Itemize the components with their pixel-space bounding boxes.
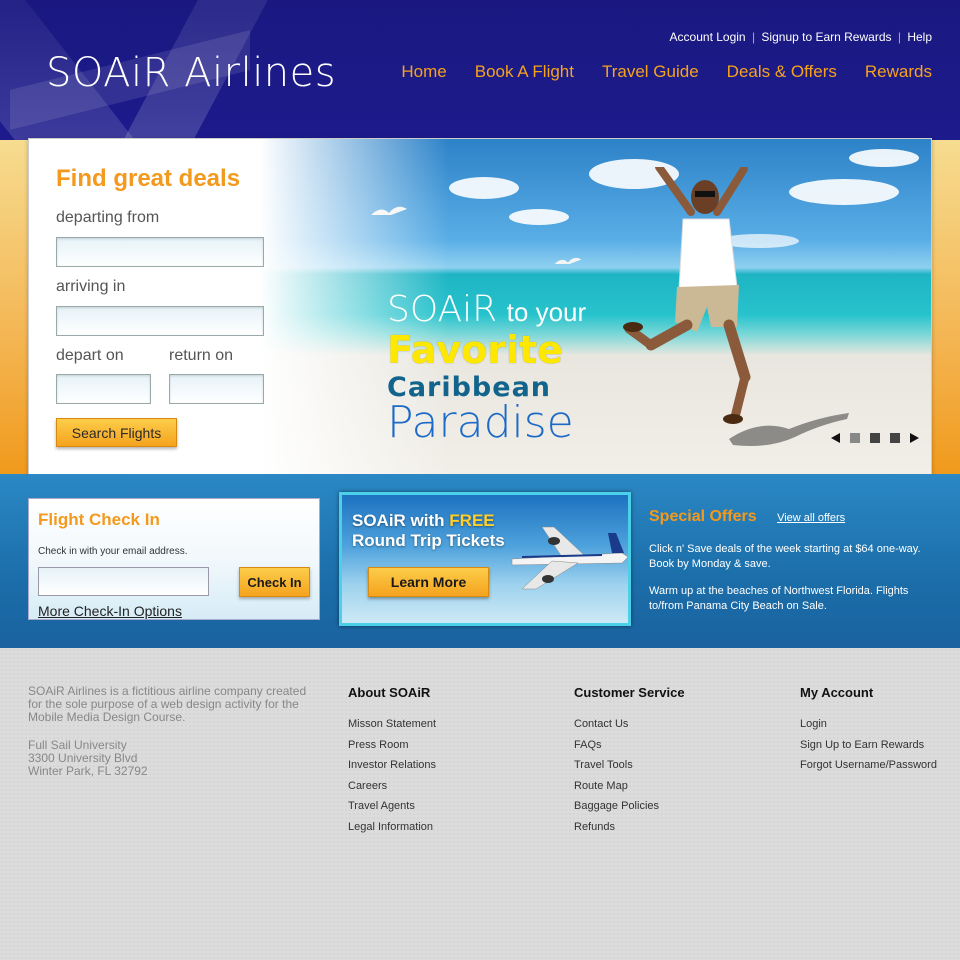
offer-item[interactable]: Click n' Save deals of the week starting… [649,542,939,572]
footer-link[interactable]: Contact Us [574,718,685,739]
return-date-input[interactable] [169,374,264,404]
footer-col-title: About SOAiR [348,685,431,700]
seagull-image [554,257,582,264]
help-link[interactable]: Help [907,30,932,44]
free-promo-line-2: Round Trip Tickets [352,531,505,550]
departing-label: departing from [56,209,160,226]
depart-on-label: depart on [56,347,124,364]
free-promo-highlight: FREE [449,511,495,530]
airplane-image [511,526,628,590]
slider-dot[interactable] [870,433,880,443]
arriving-label: arriving in [56,278,126,295]
learn-more-button[interactable]: Learn More [368,567,489,597]
footer-link[interactable]: Sign Up to Earn Rewards [800,739,937,760]
footer-link[interactable]: Route Map [574,780,685,801]
signup-rewards-link[interactable]: Signup to Earn Rewards [761,30,891,44]
arriving-input[interactable] [56,306,264,336]
chevron-left-icon[interactable] [831,433,840,443]
chevron-right-icon[interactable] [910,433,919,443]
offer-item[interactable]: Warm up at the beaches of Northwest Flor… [649,584,939,614]
account-login-link[interactable]: Account Login [670,30,746,44]
footer-col-about: About SOAiR Misson Statement Press Room … [348,685,436,842]
check-in-button[interactable]: Check In [239,567,310,597]
footer-link[interactable]: Baggage Policies [574,800,685,821]
nav-rewards[interactable]: Rewards [865,62,932,82]
site-logo[interactable]: SOAiR Airlines [46,50,336,96]
promo-line-1-rest: to your [506,297,587,327]
main-nav: Home Book A Flight Travel Guide Deals & … [401,62,932,82]
jumping-woman-image [623,167,751,424]
footer-link[interactable]: FAQs [574,739,685,760]
checkin-title: Flight Check In [38,510,160,529]
free-promo-line-1: SOAiR with FREE [352,511,495,531]
promo-line-4: Paradise [387,397,574,448]
slider-dot[interactable] [890,433,900,443]
footer-link[interactable]: Login [800,718,937,739]
return-on-label: return on [169,347,234,364]
footer-link[interactable]: Travel Agents [348,800,436,821]
checkin-email-input[interactable] [38,567,209,596]
flight-checkin-panel: Flight Check In Check in with your email… [28,498,320,620]
nav-travel-guide[interactable]: Travel Guide [602,62,699,82]
slider-controls [831,433,919,443]
special-offers-title: Special Offers [649,508,757,525]
checkin-description: Check in with your email address. [38,546,188,557]
more-checkin-options-link[interactable]: More Check-In Options [38,603,182,619]
site-header: SOAiR Airlines Account Login | Signup to… [0,0,960,140]
footer-link[interactable]: Forgot Username/Password [800,759,937,780]
address-line: Winter Park, FL 32792 [28,764,148,778]
shadow-image [729,413,849,446]
depart-date-input[interactable] [56,374,151,404]
footer-link[interactable]: Legal Information [348,821,436,842]
promo-brand: SOAiR [387,289,498,330]
separator: | [897,30,901,44]
slider-dot[interactable] [850,433,860,443]
free-promo-prefix: SOAiR with [352,511,445,530]
find-deals-title: Find great deals [56,165,241,192]
footer-link[interactable]: Misson Statement [348,718,436,739]
free-tickets-promo: SOAiR with FREE Round Trip Tickets Learn… [339,492,631,626]
separator: | [751,30,756,44]
footer-link[interactable]: Careers [348,780,436,801]
promo-line-1: SOAiR to your [387,289,586,330]
nav-home[interactable]: Home [401,62,446,82]
hero-panel: Find great deals departing from arriving… [28,138,932,476]
footer-about-text: SOAiR Airlines is a fictitious airline c… [28,684,307,724]
footer-col-my-account: My Account Login Sign Up to Earn Rewards… [800,685,937,780]
footer-link[interactable]: Press Room [348,739,436,760]
footer-col-title: My Account [800,685,874,700]
search-flights-button[interactable]: Search Flights [56,418,177,447]
special-offers-panel: Special Offers View all offers Click n' … [649,508,939,614]
footer-link[interactable]: Travel Tools [574,759,685,780]
nav-deals-offers[interactable]: Deals & Offers [727,62,837,82]
footer-address: Full Sail University 3300 University Blv… [28,739,148,778]
promo-line-2: Favorite [387,328,563,372]
footer-col-title: Customer Service [574,685,685,700]
footer-col-customer-service: Customer Service Contact Us FAQs Travel … [574,685,685,842]
nav-book-flight[interactable]: Book A Flight [475,62,574,82]
view-all-offers-link[interactable]: View all offers [777,512,845,524]
departing-input[interactable] [56,237,264,267]
footer-link[interactable]: Refunds [574,821,685,842]
top-links: Account Login | Signup to Earn Rewards |… [670,30,932,44]
promo-text: SOAiR to your Favorite Caribbean Paradis… [387,289,586,448]
footer-link[interactable]: Investor Relations [348,759,436,780]
